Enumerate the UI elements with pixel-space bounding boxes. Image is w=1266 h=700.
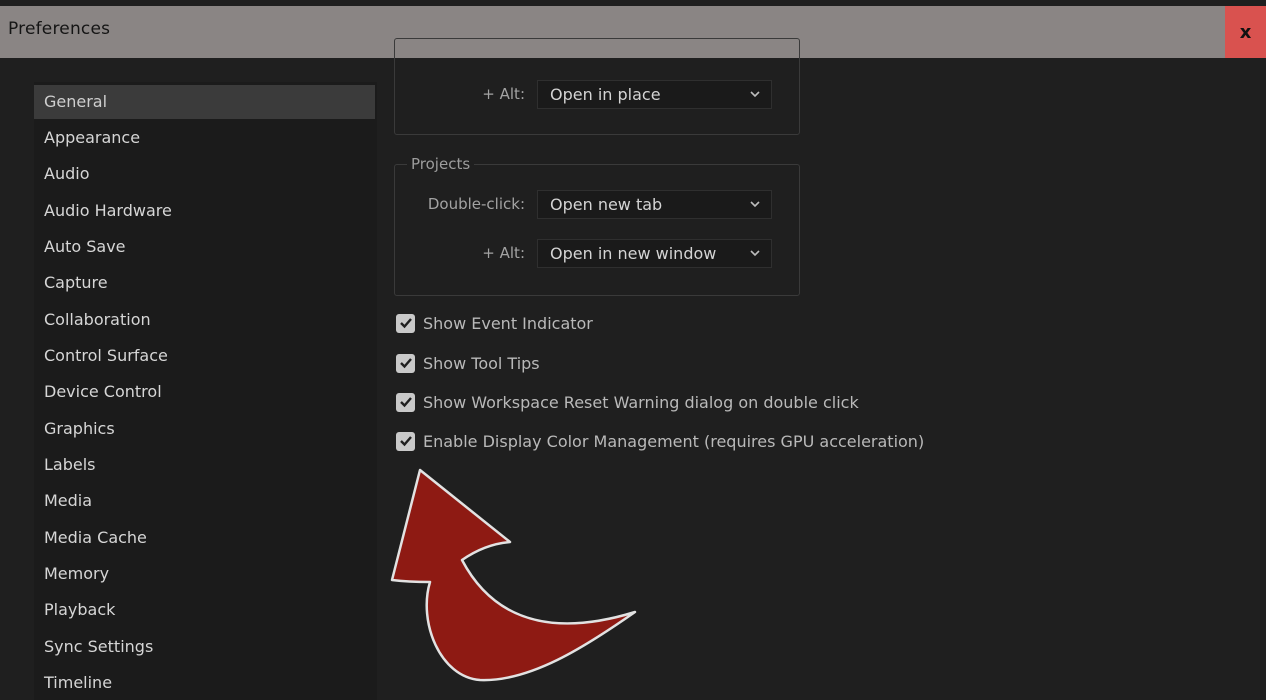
sidebar-item-device-control[interactable]: Device Control — [34, 375, 375, 409]
sidebar-item-playback[interactable]: Playback — [34, 593, 375, 627]
close-button[interactable]: x — [1225, 6, 1266, 58]
chevron-down-icon — [750, 201, 760, 208]
sidebar-item-appearance[interactable]: Appearance — [34, 121, 375, 155]
projects-group-title: Projects — [407, 155, 475, 173]
sidebar-item-general[interactable]: General — [34, 85, 375, 119]
sidebar-item-media[interactable]: Media — [34, 484, 375, 518]
checkbox-checked-icon — [396, 431, 415, 451]
curved-arrow-annotation-icon — [390, 468, 637, 682]
sidebar-item-labels[interactable]: Labels — [34, 448, 375, 482]
sidebar-item-collaboration[interactable]: Collaboration — [34, 303, 375, 337]
checkbox-checked-icon — [396, 353, 415, 373]
show-event-indicator-checkbox[interactable]: Show Event Indicator — [396, 311, 593, 335]
checkbox-checked-icon — [396, 392, 415, 412]
show-event-indicator-label: Show Event Indicator — [423, 313, 593, 333]
preferences-sidebar: General Appearance Audio Audio Hardware … — [34, 82, 377, 700]
projects-group — [394, 164, 800, 296]
sequences-alt-value: Open in place — [550, 85, 661, 104]
sidebar-item-memory[interactable]: Memory — [34, 557, 375, 591]
show-workspace-reset-warning-checkbox[interactable]: Show Workspace Reset Warning dialog on d… — [396, 390, 859, 414]
window-title: Preferences — [8, 19, 111, 39]
projects-double-click-label: Double-click: — [427, 195, 525, 213]
sidebar-item-timeline[interactable]: Timeline — [34, 666, 375, 700]
projects-double-click-dropdown[interactable]: Open new tab — [537, 190, 772, 219]
show-tool-tips-checkbox[interactable]: Show Tool Tips — [396, 351, 540, 375]
sequences-alt-label: + Alt: — [482, 85, 525, 103]
enable-display-color-management-label: Enable Display Color Management (require… — [423, 431, 925, 451]
sidebar-item-capture[interactable]: Capture — [34, 266, 375, 300]
projects-double-click-value: Open new tab — [550, 195, 663, 214]
chevron-down-icon — [750, 250, 760, 257]
projects-alt-label: + Alt: — [482, 244, 525, 262]
show-tool-tips-label: Show Tool Tips — [423, 353, 540, 373]
checkbox-checked-icon — [396, 313, 415, 333]
sidebar-item-audio-hardware[interactable]: Audio Hardware — [34, 194, 375, 228]
sidebar-item-graphics[interactable]: Graphics — [34, 412, 375, 446]
projects-alt-dropdown[interactable]: Open in new window — [537, 239, 772, 268]
close-icon: x — [1239, 21, 1252, 43]
sidebar-item-control-surface[interactable]: Control Surface — [34, 339, 375, 373]
chevron-down-icon — [750, 91, 760, 98]
projects-alt-value: Open in new window — [550, 244, 717, 263]
enable-display-color-management-checkbox[interactable]: Enable Display Color Management (require… — [396, 429, 924, 453]
show-workspace-reset-warning-label: Show Workspace Reset Warning dialog on d… — [423, 392, 859, 412]
preferences-dialog: Preferences x General Appearance Audio A… — [0, 0, 1266, 700]
sidebar-item-media-cache[interactable]: Media Cache — [34, 521, 375, 555]
sequences-alt-dropdown[interactable]: Open in place — [537, 80, 772, 109]
sidebar-item-sync-settings[interactable]: Sync Settings — [34, 630, 375, 664]
sidebar-item-audio[interactable]: Audio — [34, 157, 375, 191]
sidebar-item-auto-save[interactable]: Auto Save — [34, 230, 375, 264]
